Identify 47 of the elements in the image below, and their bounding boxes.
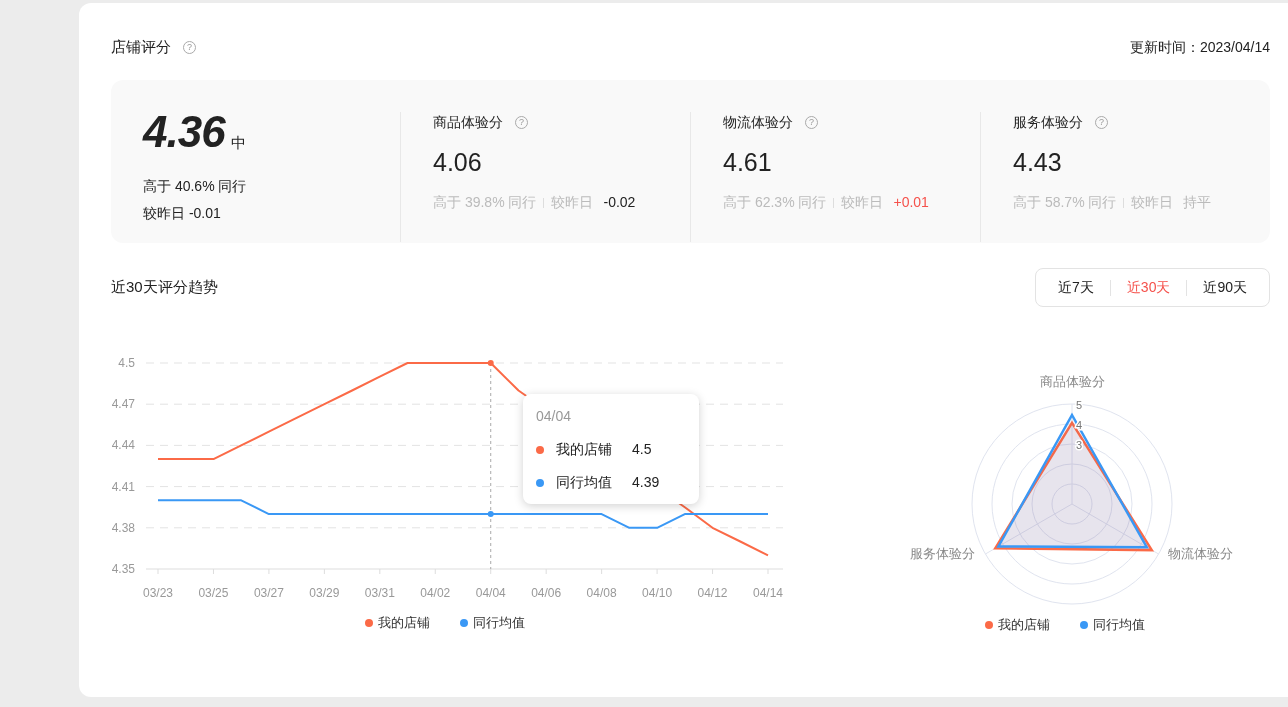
metric-value: 4.43 bbox=[1013, 147, 1063, 177]
change-value: +0.01 bbox=[893, 193, 929, 212]
axis-label: 4.35 bbox=[111, 562, 135, 576]
series-name: 同行均值 bbox=[556, 473, 613, 492]
change-label: 较昨日 bbox=[551, 193, 594, 212]
axis-label: 服务体验分 bbox=[910, 546, 975, 561]
axis-label: 03/29 bbox=[309, 586, 340, 600]
change-label: 较昨日 bbox=[1131, 193, 1174, 212]
metric-label: 物流体验分 bbox=[723, 113, 793, 132]
axis-label: 04/10 bbox=[642, 586, 673, 600]
axis-label: 3 bbox=[1076, 439, 1083, 451]
axis-label: 5 bbox=[1076, 399, 1083, 411]
section-title: 近30天评分趋势 bbox=[111, 277, 218, 298]
axis-label: 04/14 bbox=[753, 586, 783, 600]
axis-label: 04/06 bbox=[531, 586, 562, 600]
axis-label: 03/31 bbox=[364, 586, 395, 600]
metric-value: 4.61 bbox=[723, 147, 773, 177]
axis-label: 4.47 bbox=[111, 397, 135, 412]
metric-value: 4.06 bbox=[433, 147, 483, 177]
metric-label: 商品体验分 bbox=[433, 113, 503, 132]
axis-label: 03/27 bbox=[253, 586, 284, 600]
axis-label: 物流体验分 bbox=[1168, 546, 1233, 561]
section-title: 店铺评分 bbox=[111, 36, 171, 57]
axis-label: 04/04 bbox=[475, 586, 506, 600]
tooltip-date: 04/04 bbox=[536, 407, 573, 426]
axis-label: 04/02 bbox=[420, 586, 451, 600]
change-label: 较昨日 bbox=[841, 193, 884, 212]
score-level: 中 bbox=[230, 132, 246, 153]
axis-label: 03/25 bbox=[198, 586, 229, 600]
series-name: 我的店铺 bbox=[556, 440, 613, 459]
axis-label: 04/08 bbox=[586, 586, 617, 600]
metric-label: 服务体验分 bbox=[1013, 113, 1083, 132]
overall-score: 4.36 bbox=[143, 110, 225, 154]
axis-label: 03/23 bbox=[143, 586, 173, 600]
series-value: 4.5 bbox=[632, 440, 652, 459]
change-value: -0.02 bbox=[603, 193, 636, 212]
axis-label: 4.41 bbox=[111, 479, 135, 494]
axis-label: 商品体验分 bbox=[1039, 374, 1105, 389]
change-value: 持平 bbox=[1183, 193, 1212, 212]
axis-label: 4.38 bbox=[111, 520, 135, 535]
axis-label: 4.44 bbox=[111, 438, 135, 453]
axis-label: 04/12 bbox=[697, 586, 728, 600]
peer-comparison: 高于 40.6% 同行 bbox=[143, 177, 248, 196]
update-time: 更新时间：2023/04/14 bbox=[1129, 37, 1270, 57]
daily-change: 较昨日 -0.01 bbox=[143, 204, 222, 223]
axis-label: 4.5 bbox=[118, 356, 135, 370]
series-value: 4.39 bbox=[632, 473, 660, 492]
